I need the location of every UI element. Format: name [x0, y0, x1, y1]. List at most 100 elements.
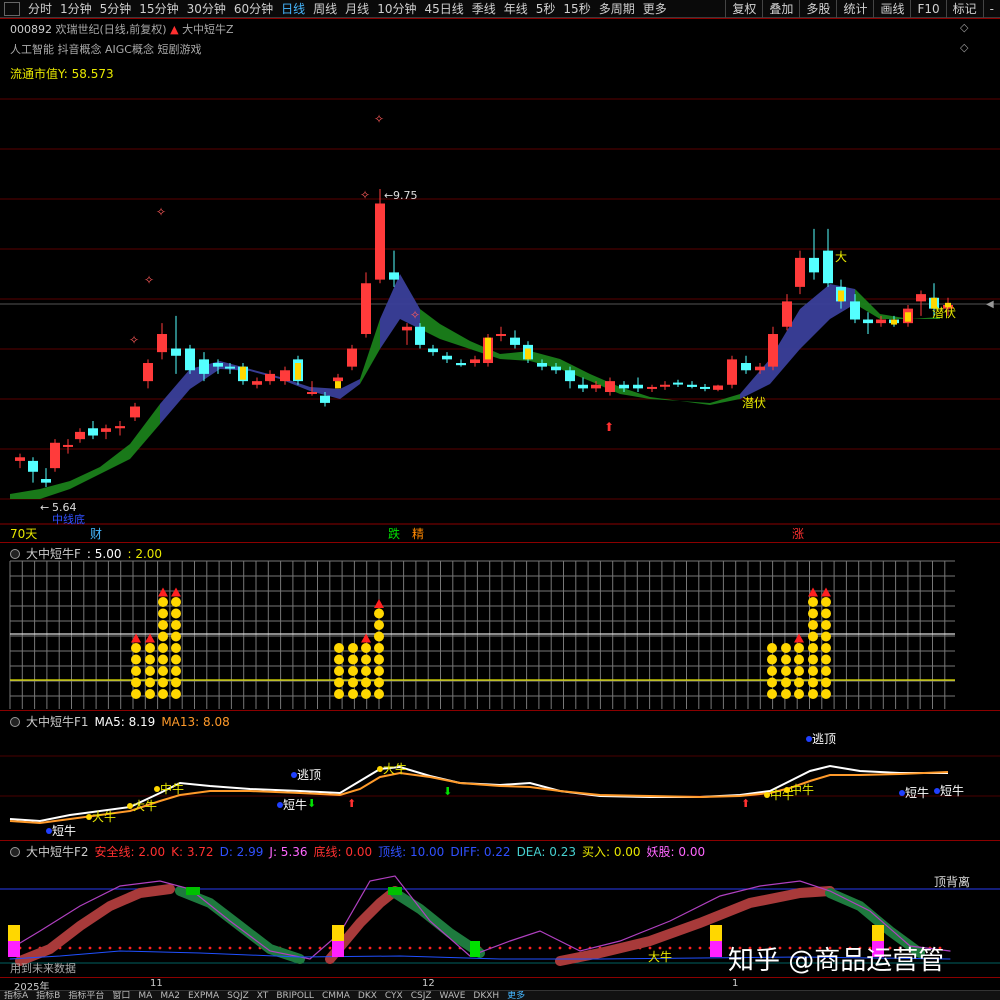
signal-dot — [158, 689, 168, 699]
period-tab[interactable]: 5秒 — [532, 0, 560, 18]
indicator-tab[interactable]: 窗口 — [108, 991, 134, 1000]
signal-block — [332, 925, 344, 941]
candle-body — [320, 395, 330, 403]
signal-tag: 潜伏 — [932, 306, 956, 320]
indicator-tab[interactable]: MA — [134, 991, 156, 1000]
indicator-tab[interactable]: CMMA — [318, 991, 354, 1000]
toolbar-right-button[interactable]: 画线 — [873, 0, 910, 18]
indicator-tab[interactable]: 指标平台 — [64, 991, 108, 1000]
indicator-tab[interactable]: WAVE — [436, 991, 470, 1000]
candle-body — [713, 385, 723, 390]
signal-dot — [334, 677, 344, 688]
signal-block — [186, 887, 200, 895]
buy-arrow-icon: ⬆ — [741, 797, 750, 810]
period-tab[interactable]: 30分钟 — [183, 0, 230, 18]
toolbar-right-button[interactable]: 统计 — [836, 0, 873, 18]
period-tab[interactable]: 45日线 — [420, 0, 467, 18]
window-icon[interactable] — [4, 1, 20, 16]
period-tab[interactable]: 多周期 — [595, 0, 639, 18]
collapse-icon[interactable] — [10, 846, 20, 857]
candle-body — [660, 384, 670, 387]
period-tab[interactable]: 15分钟 — [135, 0, 182, 18]
signal-dot — [348, 654, 358, 665]
toolbar-right-button[interactable]: 叠加 — [762, 0, 799, 18]
period-tab[interactable]: 月线 — [341, 0, 373, 18]
signal-candle — [335, 381, 341, 389]
date-month-11: 11 — [150, 978, 163, 989]
indicator-tab[interactable]: DKX — [354, 991, 381, 1000]
collapse-icon[interactable] — [10, 716, 20, 727]
period-tab[interactable]: 日线 — [277, 0, 309, 18]
period-tab[interactable]: 更多 — [639, 0, 671, 18]
signal-dot — [821, 666, 831, 676]
toolbar-right-button[interactable]: 复权 — [725, 0, 762, 18]
period-tab[interactable]: 分时 — [24, 0, 56, 18]
safety-dot — [418, 946, 422, 950]
candle-body — [687, 384, 697, 387]
signal-dot — [171, 666, 181, 676]
signal-dot — [171, 677, 181, 688]
indicator-tab[interactable]: CSJZ — [407, 991, 436, 1000]
signal-dot — [361, 689, 371, 699]
butterfly-icon: ✧ — [129, 333, 139, 347]
signal-block — [710, 925, 722, 941]
signal-label: 短牛 — [52, 823, 76, 838]
period-tab[interactable]: 季线 — [468, 0, 500, 18]
candle-body — [863, 319, 873, 324]
trend-ribbon — [420, 309, 740, 405]
panel-f2-field: 妖股: 0.00 — [646, 845, 706, 859]
period-tab[interactable]: 10分钟 — [373, 0, 420, 18]
signal-dot — [767, 689, 777, 699]
safety-dot — [698, 946, 702, 950]
safety-dot — [148, 946, 152, 950]
candle-body — [171, 348, 181, 356]
indicator-tab[interactable]: BRIPOLL — [272, 991, 318, 1000]
safety-dot — [388, 946, 392, 950]
toolbar-right-button[interactable]: 多股 — [799, 0, 836, 18]
safety-dot — [188, 946, 192, 950]
safety-dot — [528, 946, 532, 950]
period-tab[interactable]: 年线 — [500, 0, 532, 18]
indicator-tab[interactable]: 指标B — [32, 991, 64, 1000]
signal-dot — [131, 689, 141, 699]
indicator-tab[interactable]: CYX — [381, 991, 407, 1000]
signal-dot — [361, 666, 371, 676]
indicator-tab[interactable]: DKXH — [469, 991, 503, 1000]
toolbar-right-button[interactable]: - — [982, 0, 1000, 18]
date-axis: 2025年 11 12 1 — [0, 977, 1000, 993]
period-tab[interactable]: 5分钟 — [96, 0, 136, 18]
panel-f2-field: 买入: 0.00 — [581, 845, 641, 859]
period-tab[interactable]: 60分钟 — [230, 0, 277, 18]
indicator-panel-f: 大中短牛F : 5.00 : 2.00 — [0, 542, 1000, 710]
toolbar-right-button[interactable]: F10 — [910, 0, 945, 18]
period-tab[interactable]: 周线 — [309, 0, 341, 18]
ma5-label: MA5: 8.19 — [94, 714, 156, 729]
signal-dot — [767, 666, 777, 676]
candle-body — [88, 428, 98, 436]
signal-dot — [808, 643, 818, 653]
candle-body — [157, 334, 167, 353]
panel-f1-title: 大中短牛F1 MA5: 8.19 MA13: 8.08 — [10, 713, 230, 730]
indicator-tab[interactable]: SQJZ — [223, 991, 253, 1000]
indicator-tab[interactable]: EXPMA — [184, 991, 223, 1000]
panel-f2-field: 安全线: 2.00 — [94, 845, 166, 859]
candle-body — [456, 363, 466, 366]
indicator-tab[interactable]: 指标A — [0, 991, 32, 1000]
period-tab[interactable]: 1分钟 — [56, 0, 96, 18]
signal-dot — [171, 597, 181, 607]
signal-block — [710, 941, 722, 957]
panel-f2-name: 大中短牛F2 — [26, 845, 89, 859]
collapse-icon[interactable] — [10, 548, 20, 559]
bull-label: 大牛 — [648, 949, 672, 964]
indicator-tab[interactable]: MA2 — [156, 991, 184, 1000]
candle-body — [700, 386, 710, 389]
safety-dot — [498, 946, 502, 950]
dot-grid-chart[interactable] — [0, 543, 1000, 711]
period-tab[interactable]: 15秒 — [559, 0, 594, 18]
indicator-tab[interactable]: XT — [253, 991, 273, 1000]
candlestick-chart[interactable]: ← 9.75← 5.64中线底✧✧✧✧✧✧⬆潜伏潜伏大70天财跌精涨◇◇◀ — [0, 19, 1000, 543]
toolbar-right-button[interactable]: 标记 — [945, 0, 983, 18]
indicator-tab[interactable]: 更多 — [503, 991, 529, 1000]
signal-dot — [158, 643, 168, 653]
ma-line-chart[interactable]: 逃顶逃顶短牛短牛短牛 短牛大牛大牛中牛大牛中牛中牛⬇⬇⬆ ⬆ — [0, 711, 1000, 841]
